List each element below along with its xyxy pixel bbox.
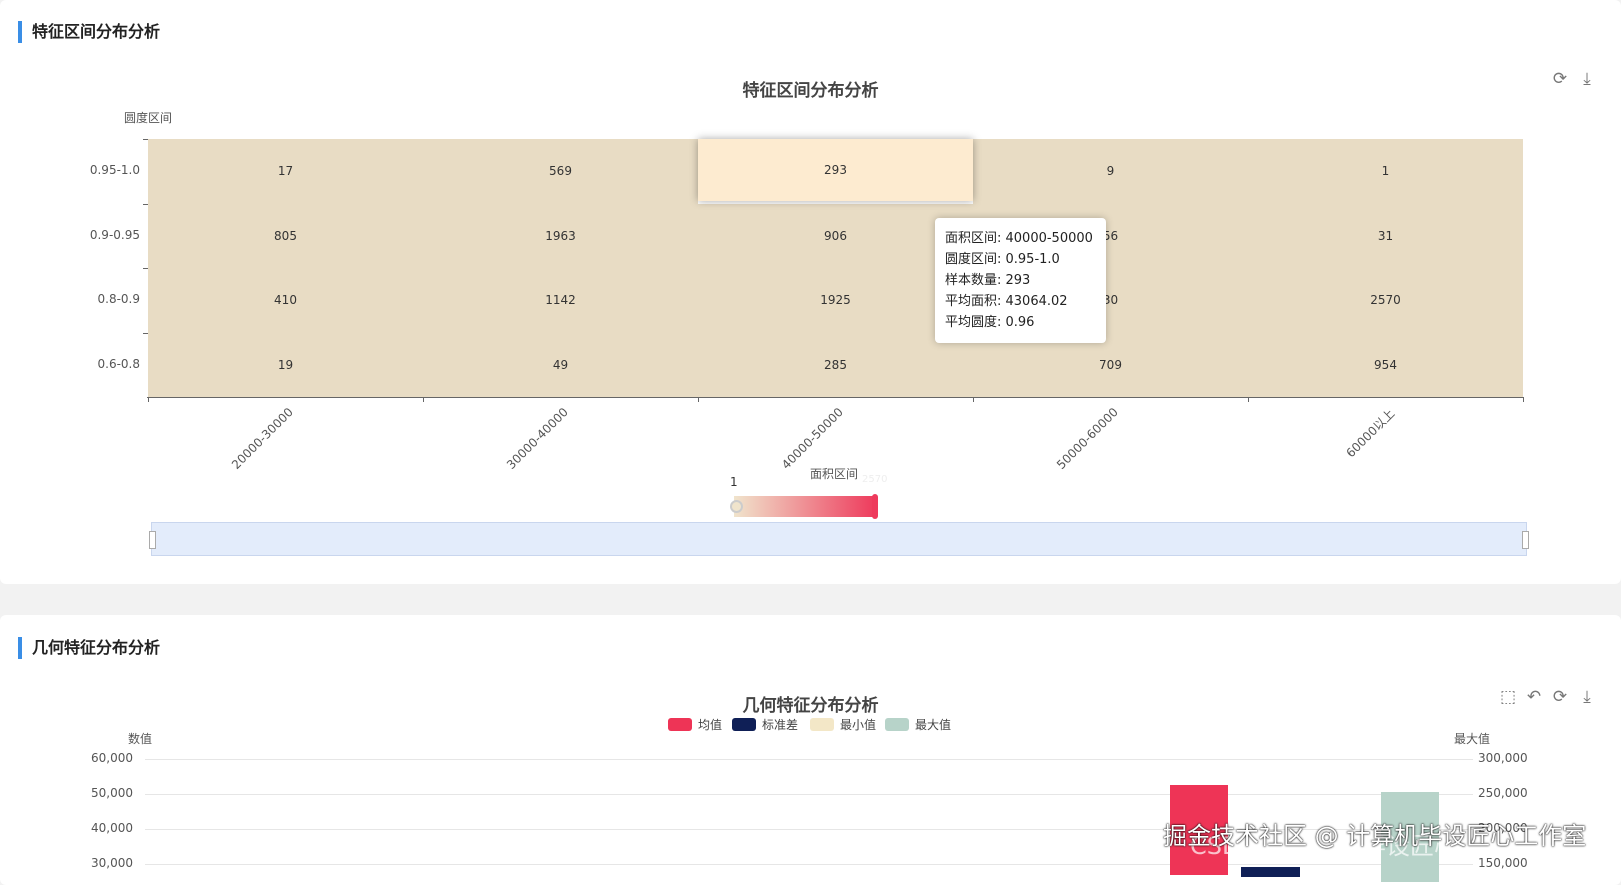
legend-label: 最小值 <box>840 718 877 732</box>
cell-value: 1925 <box>820 293 851 308</box>
zoom-select-icon[interactable]: ⬚ <box>1498 687 1518 707</box>
heatmap-cell[interactable]: 906 <box>698 203 973 268</box>
y-tick-label: 0.95-1.0 <box>89 163 140 178</box>
x-tick-label: 20000-30000 <box>228 405 296 472</box>
data-zoom-slider[interactable] <box>149 522 1529 556</box>
legend-item-min[interactable]: 最小值 <box>810 716 876 733</box>
tooltip-line: 平均面积: 43064.02 <box>945 294 1068 309</box>
download-icon[interactable]: ⤓ <box>1577 69 1597 89</box>
tooltip-line: 平均圆度: 0.96 <box>945 315 1035 330</box>
grid-line <box>145 864 1473 865</box>
cell-value: 906 <box>824 228 847 243</box>
heatmap-cell[interactable]: 285 <box>698 332 973 397</box>
grid-line <box>145 794 1473 795</box>
section-title: 几何特征分布分析 <box>18 637 160 659</box>
right-axis-name: 最大值 <box>1454 732 1491 746</box>
visual-map-handle-high[interactable] <box>872 494 878 519</box>
bar-std[interactable] <box>1241 867 1300 877</box>
x-tick-label: 60000以上 <box>1342 406 1397 461</box>
legend-label: 均值 <box>698 718 723 732</box>
heatmap-cell[interactable]: 9 <box>973 139 1248 204</box>
heatmap-cell[interactable]: 1142 <box>423 268 698 333</box>
refresh-icon[interactable]: ⟳ <box>1550 69 1570 89</box>
tooltip-line: 面积区间: 40000-50000 <box>945 231 1093 246</box>
cell-value: 805 <box>274 228 297 243</box>
section-title: 特征区间分布分析 <box>18 21 160 43</box>
cell-value: 17 <box>277 164 294 179</box>
cell-value: 49 <box>552 357 569 372</box>
legend-label: 最大值 <box>915 718 952 732</box>
heatmap-cell[interactable]: 954 <box>1248 332 1523 397</box>
data-zoom-handle-left[interactable] <box>149 531 156 549</box>
cell-value: 2570 <box>1370 293 1401 308</box>
data-zoom-handle-right[interactable] <box>1522 531 1529 549</box>
right-tick-label: 250,000 <box>1478 786 1528 800</box>
tooltip: 面积区间: 40000-50000 圆度区间: 0.95-1.0 样本数量: 2… <box>935 218 1106 343</box>
heatmap-cell[interactable]: 569 <box>423 139 698 204</box>
heatmap-cell[interactable]: 1925 <box>698 268 973 333</box>
heatmap-cell[interactable]: 1 <box>1248 139 1523 204</box>
cell-value: 31 <box>1377 228 1394 243</box>
legend-label: 标准差 <box>762 718 799 732</box>
legend-item-mean[interactable]: 均值 <box>668 716 722 733</box>
left-tick-label: 40,000 <box>91 821 133 835</box>
heatmap-cell[interactable]: 410 <box>148 268 423 333</box>
grid-line <box>145 759 1473 760</box>
tooltip-line: 圆度区间: 0.95-1.0 <box>945 252 1060 267</box>
x-tick-label: 50000-60000 <box>1053 405 1121 472</box>
chart-title: 几何特征分布分析 <box>742 696 879 716</box>
right-tick-label: 300,000 <box>1478 751 1528 765</box>
legend-item-std[interactable]: 标准差 <box>732 716 798 733</box>
feature-interval-card: 特征区间分布分析 特征区间分布分析 ⟳ ⤓ 圆度区间 0.95-1.0 17 569… <box>0 0 1621 584</box>
watermark: 掘金技术社区 @ 计算机毕设匠心工作室 <box>1163 822 1587 850</box>
visual-map-bar[interactable] <box>734 496 876 517</box>
x-tick-label: 30000-40000 <box>503 405 571 472</box>
cell-value: 285 <box>824 357 847 372</box>
visual-map-handle-low[interactable] <box>730 500 743 513</box>
heatmap-cell[interactable]: 31 <box>1248 203 1523 268</box>
cell-value: 9 <box>1106 164 1115 179</box>
cell-value: 410 <box>274 293 297 308</box>
visual-map-min: 1 <box>730 475 738 489</box>
legend-item-max[interactable]: 最大值 <box>885 716 951 733</box>
cell-value: 1 <box>1381 164 1390 179</box>
download-icon[interactable]: ⤓ <box>1577 687 1597 707</box>
x-axis-line <box>147 397 1524 398</box>
cell-value: 954 <box>1374 357 1397 372</box>
visual-map-max: 2570 <box>862 474 888 485</box>
cell-value: 19 <box>277 357 294 372</box>
left-tick-label: 50,000 <box>91 786 133 800</box>
heatmap-cell[interactable]: 19 <box>148 332 423 397</box>
cell-value: 709 <box>1099 357 1122 372</box>
y-axis-name: 圆度区间 <box>124 111 173 125</box>
heatmap-cell[interactable]: 1963 <box>423 203 698 268</box>
left-tick-label: 60,000 <box>91 751 133 765</box>
cell-value: 569 <box>549 164 572 179</box>
left-axis-name: 数值 <box>128 732 153 746</box>
cell-value: 1142 <box>545 293 576 308</box>
zoom-reset-icon[interactable]: ↶ <box>1524 687 1544 707</box>
heatmap-cell[interactable]: 2570 <box>1248 268 1523 333</box>
y-tick-label: 0.9-0.95 <box>89 227 140 242</box>
refresh-icon[interactable]: ⟳ <box>1550 687 1570 707</box>
y-tick-label: 0.8-0.9 <box>97 292 141 307</box>
cell-value: 1963 <box>545 228 576 243</box>
left-tick-label: 30,000 <box>91 856 133 870</box>
heatmap-cell[interactable]: 17 <box>148 139 423 204</box>
heatmap-cell[interactable]: 293 <box>698 139 973 201</box>
cell-value: 293 <box>824 162 847 177</box>
x-axis-name: 面积区间 <box>810 467 859 481</box>
tooltip-line: 样本数量: 293 <box>945 273 1031 288</box>
heatmap-cell[interactable]: 49 <box>423 332 698 397</box>
chart-title: 特征区间分布分析 <box>742 81 879 101</box>
y-tick-label: 0.6-0.8 <box>97 356 141 371</box>
heatmap-cell[interactable]: 805 <box>148 203 423 268</box>
